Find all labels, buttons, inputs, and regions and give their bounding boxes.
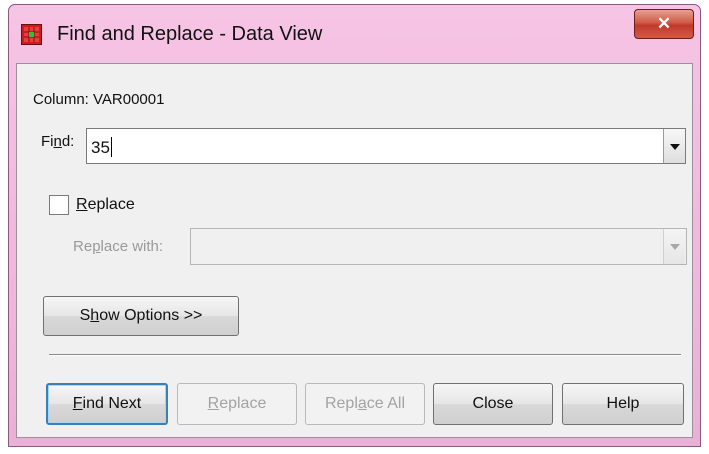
title-bar[interactable]: Find and Replace - Data View ✕	[9, 5, 700, 63]
window-close-button[interactable]: ✕	[634, 9, 694, 39]
find-dropdown-button[interactable]	[663, 129, 685, 163]
find-next-button[interactable]: Find Next	[46, 383, 168, 425]
replace-with-dropdown-button[interactable]	[663, 229, 685, 264]
dropdown-arrow-icon	[670, 144, 680, 150]
help-button[interactable]: Help	[562, 383, 684, 425]
replace-all-button[interactable]: Replace All	[305, 383, 425, 425]
close-button[interactable]: Close	[433, 383, 553, 425]
column-label: Column: VAR00001	[33, 91, 165, 108]
replace-with-label: Replace with:	[73, 238, 164, 255]
show-options-button[interactable]: Show Options >>	[43, 296, 239, 336]
replace-checkbox[interactable]	[49, 195, 69, 215]
find-replace-window: Find and Replace - Data View ✕	[8, 4, 701, 447]
separator	[49, 354, 681, 356]
find-label: Find:	[41, 133, 75, 150]
dropdown-arrow-icon	[670, 244, 680, 250]
app-grid-icon	[21, 24, 42, 45]
replace-button[interactable]: Replace	[177, 383, 297, 425]
replace-checkbox-label[interactable]: Replace	[76, 196, 135, 214]
find-input[interactable]: 35	[86, 128, 686, 164]
text-caret	[110, 137, 112, 157]
replace-with-input[interactable]	[190, 228, 687, 265]
find-value: 35	[91, 138, 110, 157]
window-title: Find and Replace - Data View	[57, 23, 323, 45]
close-icon: ✕	[656, 14, 672, 33]
